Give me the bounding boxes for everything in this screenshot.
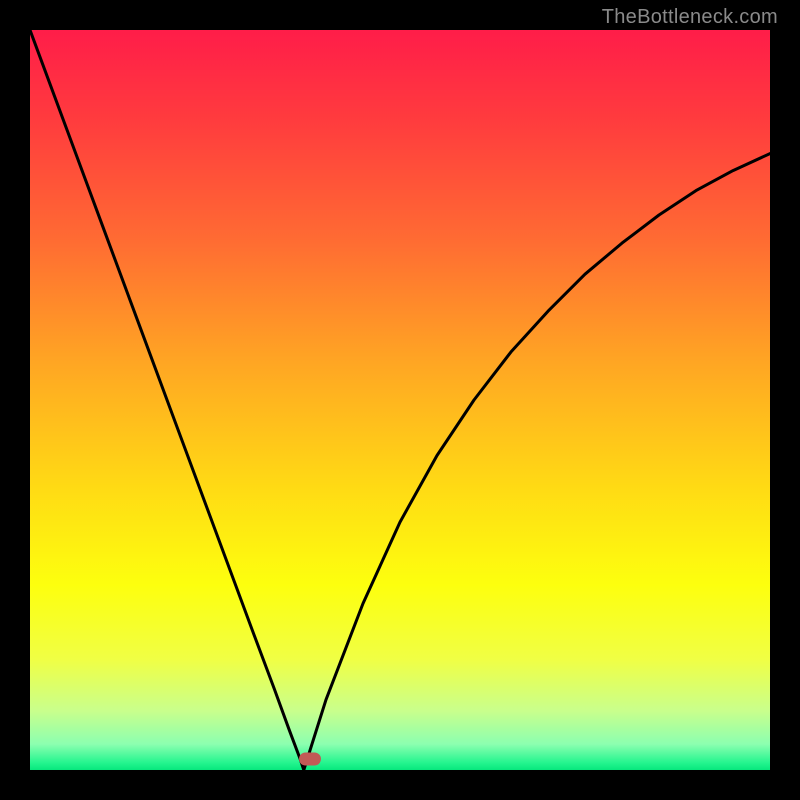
gradient-background <box>30 30 770 770</box>
chart-frame: TheBottleneck.com <box>0 0 800 800</box>
minimum-marker <box>299 752 321 765</box>
watermark-text: TheBottleneck.com <box>602 6 778 29</box>
plot-area <box>30 30 770 770</box>
